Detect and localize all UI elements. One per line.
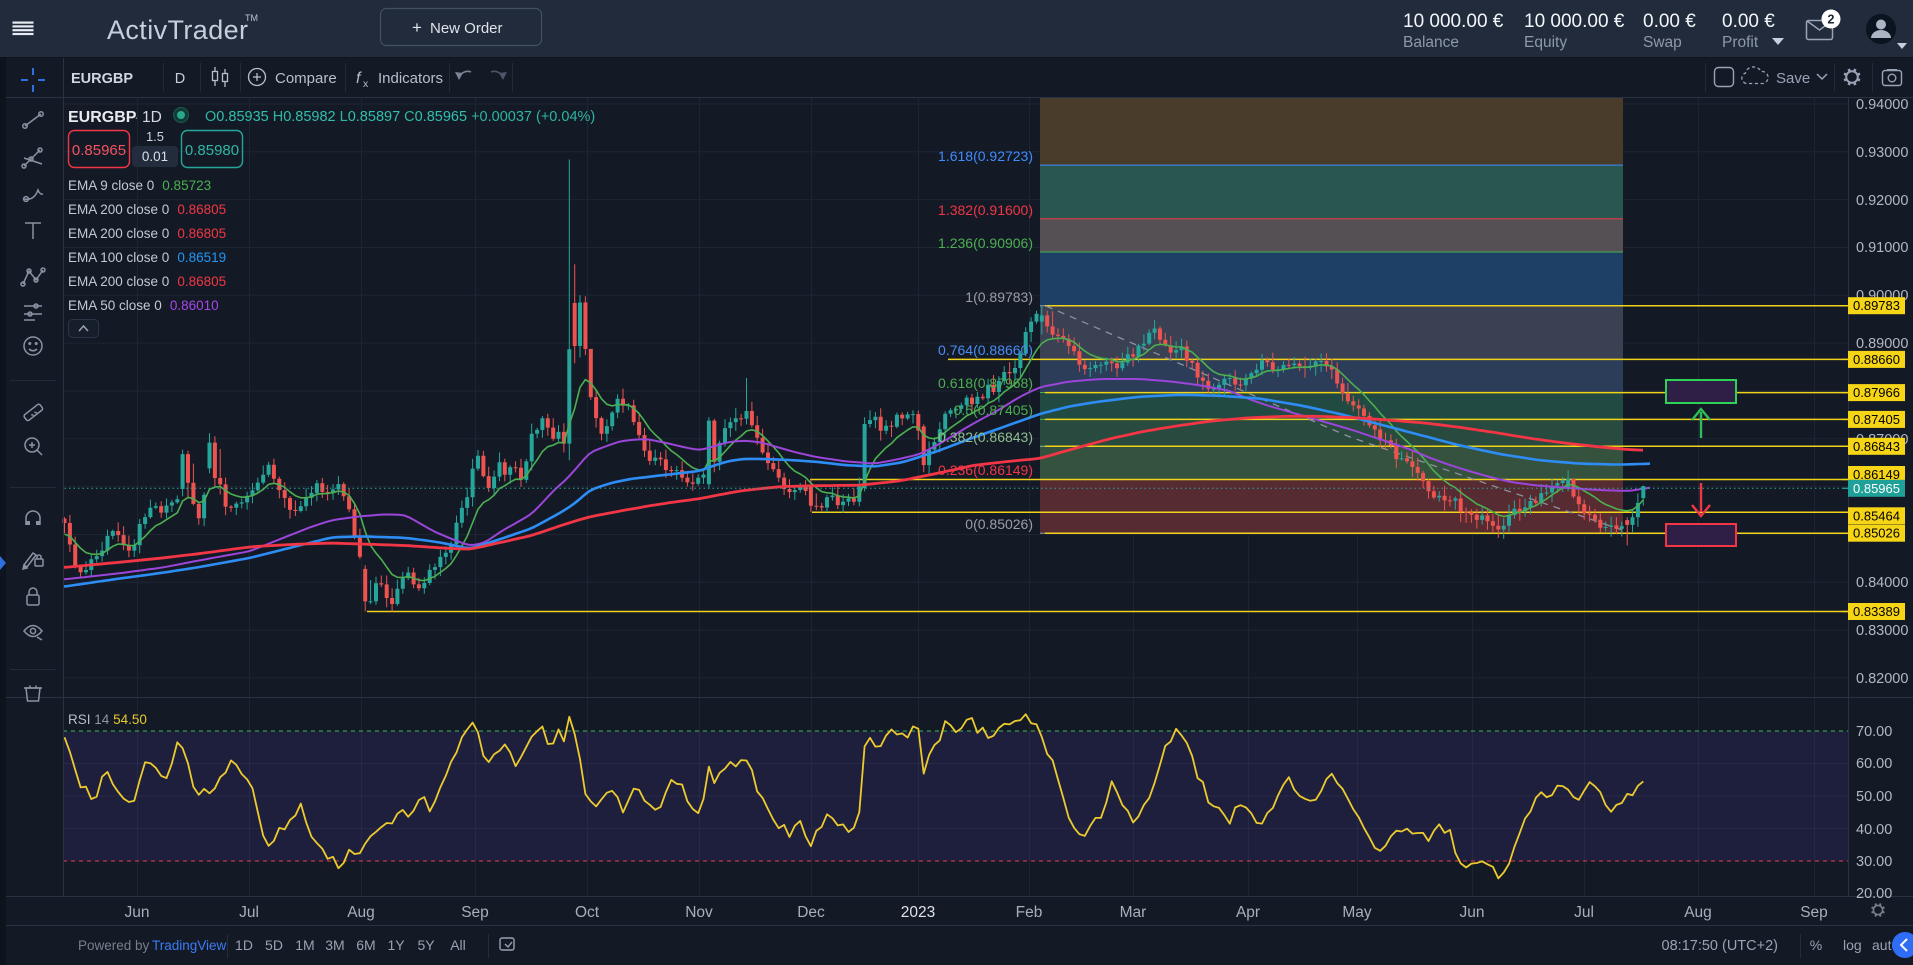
- svg-text:Oct: Oct: [575, 904, 600, 921]
- svg-text:Jul: Jul: [239, 904, 259, 921]
- svg-text:1D: 1D: [142, 109, 162, 126]
- svg-text:EMA 200 close 00.86805: EMA 200 close 00.86805: [68, 202, 226, 217]
- svg-text:0.83389: 0.83389: [1853, 604, 1900, 619]
- svg-text:0.86843: 0.86843: [1853, 439, 1900, 454]
- svg-text:Equity: Equity: [1524, 34, 1567, 51]
- svg-text:0.85965: 0.85965: [1853, 481, 1900, 496]
- svg-text:Compare: Compare: [275, 70, 337, 87]
- svg-text:70.00: 70.00: [1856, 724, 1892, 740]
- svg-text:0.84000: 0.84000: [1856, 575, 1908, 591]
- svg-text:Balance: Balance: [1403, 34, 1459, 51]
- svg-text:0.00 €: 0.00 €: [1722, 11, 1775, 32]
- svg-text:0.87966: 0.87966: [1853, 385, 1900, 400]
- svg-text:0.92000: 0.92000: [1856, 193, 1908, 209]
- svg-text:0.85980: 0.85980: [185, 142, 239, 159]
- svg-text:0.85464: 0.85464: [1853, 508, 1900, 523]
- svg-text:0.87405: 0.87405: [1853, 412, 1900, 427]
- svg-text:Feb: Feb: [1016, 904, 1043, 921]
- svg-text:Sep: Sep: [1800, 904, 1828, 921]
- svg-text:+: +: [412, 18, 422, 37]
- svg-text:Nov: Nov: [685, 904, 713, 921]
- svg-text:0.382(0.86843): 0.382(0.86843): [938, 429, 1033, 445]
- svg-text:EMA 200 close 00.86805: EMA 200 close 00.86805: [68, 274, 226, 289]
- svg-text:Save: Save: [1776, 70, 1810, 87]
- svg-text:0.89000: 0.89000: [1856, 336, 1908, 352]
- svg-text:08:17:50 (UTC+2): 08:17:50 (UTC+2): [1662, 938, 1778, 954]
- svg-text:EMA 50 close 00.86010: EMA 50 close 00.86010: [68, 298, 219, 313]
- svg-text:EURGBP: EURGBP: [71, 71, 133, 87]
- svg-text:0.764(0.88660): 0.764(0.88660): [938, 342, 1033, 358]
- svg-text:1.5: 1.5: [146, 129, 164, 144]
- svg-text:RSI 14 54.50: RSI 14 54.50: [68, 712, 147, 727]
- svg-text:Powered by: Powered by: [78, 938, 150, 953]
- svg-text:50.00: 50.00: [1856, 789, 1892, 805]
- svg-text:Swap: Swap: [1643, 34, 1682, 51]
- svg-text:1D: 1D: [235, 937, 253, 953]
- svg-text:ActivTrader: ActivTrader: [107, 15, 248, 45]
- svg-text:0.5(0.87405): 0.5(0.87405): [954, 402, 1033, 418]
- svg-text:TradingView: TradingView: [152, 938, 227, 953]
- svg-text:EMA 9 close 00.85723: EMA 9 close 00.85723: [68, 178, 211, 193]
- svg-text:1.236(0.90906): 1.236(0.90906): [938, 235, 1033, 251]
- svg-text:20.00: 20.00: [1856, 886, 1892, 902]
- svg-text:Profit: Profit: [1722, 34, 1759, 51]
- svg-text:log: log: [1843, 937, 1862, 953]
- svg-text:TM: TM: [245, 13, 258, 23]
- svg-text:40.00: 40.00: [1856, 822, 1892, 838]
- svg-text:0.236(0.86149): 0.236(0.86149): [938, 462, 1033, 478]
- svg-text:%: %: [1810, 937, 1822, 953]
- svg-text:O0.85935 H0.85982 L0.85897 C0.: O0.85935 H0.85982 L0.85897 C0.85965 +0.0…: [205, 109, 595, 125]
- svg-text:10 000.00 €: 10 000.00 €: [1403, 11, 1504, 32]
- svg-text:Jun: Jun: [125, 904, 150, 921]
- svg-text:0.83000: 0.83000: [1856, 623, 1908, 639]
- svg-text:0.85965: 0.85965: [72, 142, 126, 159]
- svg-text:5Y: 5Y: [417, 937, 435, 953]
- svg-text:10 000.00 €: 10 000.00 €: [1524, 11, 1625, 32]
- svg-text:Dec: Dec: [797, 904, 825, 921]
- svg-text:x: x: [363, 78, 369, 90]
- svg-text:Aug: Aug: [1684, 904, 1712, 921]
- svg-text:Jul: Jul: [1574, 904, 1594, 921]
- svg-text:May: May: [1342, 904, 1372, 921]
- svg-text:1(0.89783): 1(0.89783): [965, 289, 1033, 305]
- svg-text:0.00 €: 0.00 €: [1643, 11, 1696, 32]
- svg-text:·: ·: [134, 109, 139, 126]
- svg-text:EURGBP: EURGBP: [68, 109, 137, 126]
- svg-text:5D: 5D: [265, 937, 283, 953]
- svg-text:Apr: Apr: [1236, 904, 1260, 921]
- svg-text:6M: 6M: [356, 937, 375, 953]
- svg-text:0.85026: 0.85026: [1853, 526, 1900, 541]
- svg-text:Mar: Mar: [1120, 904, 1147, 921]
- svg-text:New Order: New Order: [430, 20, 503, 37]
- svg-text:1M: 1M: [295, 937, 314, 953]
- svg-text:2: 2: [1828, 13, 1835, 27]
- svg-text:0.618(0.87968): 0.618(0.87968): [938, 375, 1033, 391]
- svg-text:0(0.85026): 0(0.85026): [965, 516, 1033, 532]
- svg-text:0.94000: 0.94000: [1856, 97, 1908, 113]
- svg-text:0.93000: 0.93000: [1856, 145, 1908, 161]
- svg-text:0.86149: 0.86149: [1853, 467, 1900, 482]
- svg-text:0.82000: 0.82000: [1856, 671, 1908, 687]
- svg-text:3M: 3M: [325, 937, 344, 953]
- svg-text:Indicators: Indicators: [378, 70, 443, 87]
- svg-text:0.01: 0.01: [142, 149, 168, 164]
- svg-text:EMA 100 close 00.86519: EMA 100 close 00.86519: [68, 250, 226, 265]
- svg-text:30.00: 30.00: [1856, 854, 1892, 870]
- svg-text:1Y: 1Y: [387, 937, 405, 953]
- svg-text:0.88660: 0.88660: [1853, 352, 1900, 367]
- svg-text:D: D: [175, 71, 185, 87]
- svg-text:EMA 200 close 00.86805: EMA 200 close 00.86805: [68, 226, 226, 241]
- svg-text:All: All: [450, 937, 466, 953]
- svg-text:1.382(0.91600): 1.382(0.91600): [938, 202, 1033, 218]
- svg-text:0.89783: 0.89783: [1853, 298, 1900, 313]
- svg-text:2023: 2023: [901, 904, 935, 921]
- svg-text:1.618(0.92723): 1.618(0.92723): [938, 148, 1033, 164]
- svg-text:Jun: Jun: [1460, 904, 1485, 921]
- svg-text:Aug: Aug: [347, 904, 375, 921]
- svg-text:60.00: 60.00: [1856, 756, 1892, 772]
- svg-text:0.91000: 0.91000: [1856, 240, 1908, 256]
- svg-text:Sep: Sep: [461, 904, 489, 921]
